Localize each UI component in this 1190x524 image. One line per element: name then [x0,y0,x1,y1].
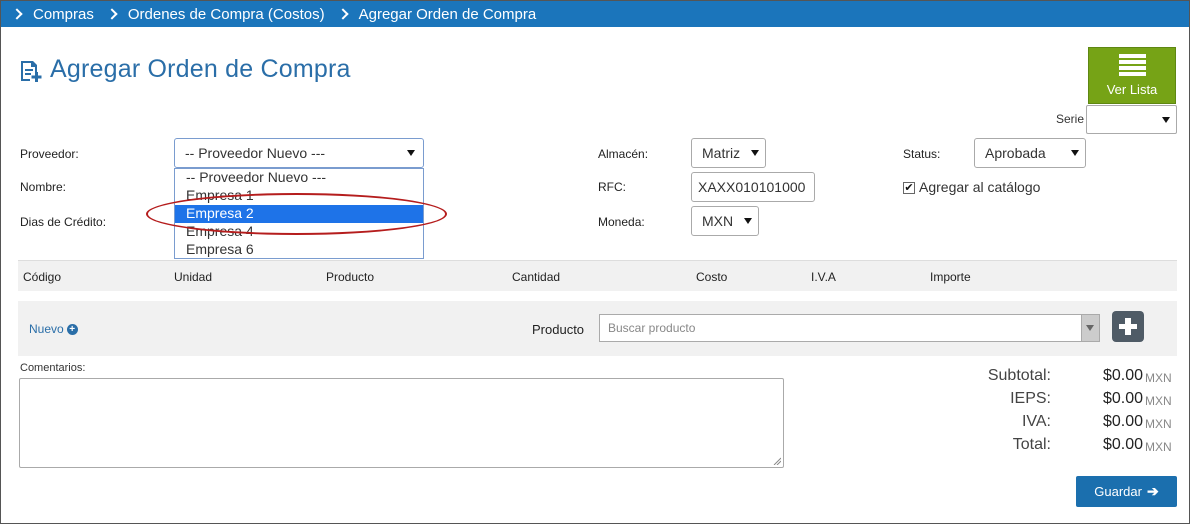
almacen-label: Almacén: [598,147,649,161]
product-search-placeholder: Buscar producto [608,321,696,335]
rfc-input[interactable]: XAXX010101000 [691,172,815,202]
caret-down-icon [407,150,415,156]
resize-handle-icon[interactable] [773,457,781,465]
guardar-label: Guardar [1094,484,1142,499]
annotation-ellipse [146,193,447,235]
breadcrumb-item-agregar: Agregar Orden de Compra [358,5,537,23]
iva-currency: MXN [1145,417,1172,431]
arrow-right-icon: ➔ [1146,483,1159,499]
total-label: Total: [1012,436,1051,453]
ver-lista-button[interactable]: Ver Lista [1088,47,1176,104]
breadcrumb-item-ordenes[interactable]: Ordenes de Compra (Costos) [128,6,325,23]
nombre-label: Nombre: [20,180,67,194]
serie-label: Serie [1056,112,1085,126]
moneda-select[interactable]: MXN [691,206,759,236]
column-header-iva: I.V.A [811,270,836,284]
caret-down-icon [1162,116,1170,123]
dropdown-option[interactable]: -- Proveedor Nuevo --- [175,169,423,187]
plus-circle-icon: + [66,323,78,335]
column-header-cantidad: Cantidad [512,270,561,284]
proveedor-select[interactable]: -- Proveedor Nuevo --- [174,138,424,168]
proveedor-label: Proveedor: [20,147,79,161]
table-header: Código Unidad Producto Cantidad Costo I.… [18,260,1177,291]
dias-credito-label: Dias de Crédito: [20,215,107,229]
page-title: Agregar Orden de Compra [50,55,351,83]
ver-lista-label: Ver Lista [1106,82,1158,97]
agregar-catalogo-label: Agregar al catálogo [919,179,1041,195]
status-select-value: Aprobada [985,145,1046,161]
nuevo-link[interactable]: Nuevo + [29,322,78,336]
column-header-producto: Producto [326,270,375,284]
iva-value: $0.00 [1102,413,1143,430]
subtotal-label: Subtotal: [987,367,1051,384]
almacen-select-value: Matriz [702,145,741,161]
chevron-right-icon [11,8,23,20]
subtotal-value: $0.00 [1102,367,1143,384]
moneda-label: Moneda: [598,215,645,229]
product-search-input[interactable]: Buscar producto [599,314,1100,342]
ieps-currency: MXN [1145,394,1172,408]
chevron-right-icon [106,8,118,20]
total-currency: MXN [1145,440,1172,454]
breadcrumb-item-compras[interactable]: Compras [33,6,94,23]
list-icon [1118,54,1146,76]
agregar-catalogo-checkbox[interactable]: ✔ [903,182,915,194]
document-add-icon [21,61,42,82]
dropdown-option[interactable]: Empresa 6 [175,241,423,259]
caret-down-icon [744,218,752,224]
rfc-input-value: XAXX010101000 [698,179,806,195]
moneda-select-value: MXN [702,213,734,229]
comentarios-textarea[interactable] [19,378,784,468]
iva-label: IVA: [1021,413,1051,430]
add-product-row: Nuevo + Producto Buscar producto [18,301,1177,356]
proveedor-select-value: -- Proveedor Nuevo --- [185,145,326,161]
status-label: Status: [903,147,941,161]
caret-down-icon [751,150,759,156]
ieps-value: $0.00 [1102,390,1143,407]
caret-down-icon [1071,150,1079,156]
serie-select[interactable] [1086,105,1177,134]
status-select[interactable]: Aprobada [974,138,1086,168]
guardar-button[interactable]: Guardar ➔ [1076,476,1177,507]
breadcrumb: Compras Ordenes de Compra (Costos) Agreg… [1,1,1189,27]
almacen-select[interactable]: Matriz [691,138,766,168]
subtotal-currency: MXN [1145,371,1172,385]
rfc-label: RFC: [598,180,626,194]
column-header-costo: Costo [696,270,728,284]
column-header-importe: Importe [930,270,971,284]
column-header-unidad: Unidad [174,270,213,284]
total-value: $0.00 [1102,436,1143,453]
ieps-label: IEPS: [1010,390,1051,407]
caret-down-icon [1086,325,1094,331]
chevron-right-icon [336,8,349,20]
column-header-codigo: Código [23,270,62,284]
producto-label: Producto [532,322,585,337]
nuevo-label: Nuevo [29,322,64,336]
comentarios-label: Comentarios: [20,362,86,374]
add-product-button[interactable] [1112,311,1144,342]
search-dropdown-toggle[interactable] [1081,315,1099,341]
